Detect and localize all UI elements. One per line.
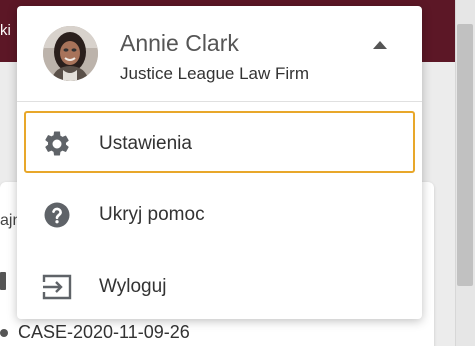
menu-item-label: Ukryj pomoc bbox=[99, 204, 205, 225]
menu-item-hide-help[interactable]: Ukryj pomoc bbox=[17, 180, 422, 250]
case-id: CASE-2020-11-09-26 bbox=[18, 322, 190, 342]
page-scrollbar[interactable] bbox=[455, 0, 475, 346]
menu-item-label: Wyloguj bbox=[99, 276, 167, 297]
collapse-menu-button[interactable] bbox=[369, 36, 391, 54]
header-partial-text: ki bbox=[0, 22, 11, 39]
focus-outline bbox=[24, 111, 415, 173]
avatar-photo bbox=[43, 26, 98, 81]
user-dropdown-menu: Annie Clark Justice League Law Firm Usta… bbox=[17, 6, 422, 319]
avatar bbox=[43, 26, 98, 81]
case-list-item[interactable]: CASE-2020-11-09-26 bbox=[0, 322, 190, 343]
user-name: Annie Clark bbox=[120, 30, 239, 56]
menu-item-logout[interactable]: Wyloguj bbox=[17, 252, 422, 322]
menu-item-label: Ustawienia bbox=[99, 133, 192, 154]
background-list-marker bbox=[0, 272, 6, 290]
user-organization: Justice League Law Firm bbox=[120, 64, 309, 83]
scrollbar-thumb[interactable] bbox=[457, 24, 473, 286]
bullet-icon bbox=[0, 328, 8, 337]
help-circle-icon bbox=[41, 199, 73, 231]
logout-icon bbox=[41, 271, 73, 303]
gear-icon bbox=[41, 128, 73, 160]
menu-item-settings[interactable]: Ustawienia bbox=[17, 108, 422, 180]
user-profile-header: Annie Clark Justice League Law Firm bbox=[17, 6, 422, 102]
caret-up-icon bbox=[373, 41, 387, 49]
